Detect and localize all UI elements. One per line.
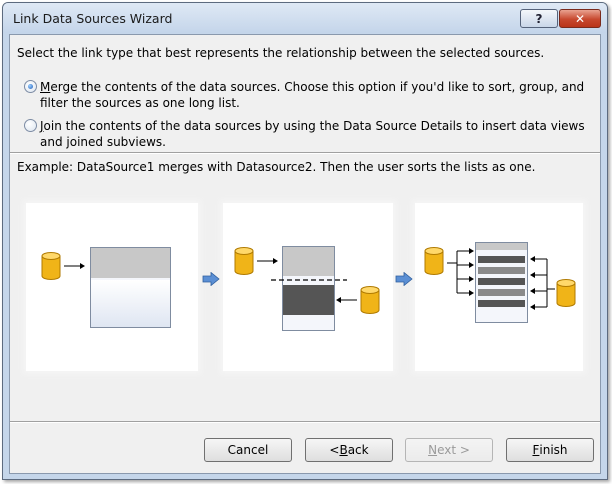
arrow-left-icon — [336, 297, 357, 303]
close-button[interactable]: ✕ — [559, 9, 601, 28]
merge-step-2-illustration — [234, 246, 380, 331]
step-arrow-icon — [395, 272, 413, 286]
merge-step-1-illustration — [41, 247, 171, 328]
arrow-right-icon — [64, 263, 85, 269]
arrow-left-icon — [530, 256, 547, 310]
join-radio[interactable] — [24, 119, 37, 132]
database-icon — [556, 279, 576, 307]
illustration-panel-1 — [26, 203, 198, 371]
title-bar[interactable]: Link Data Sources Wizard ? ✕ — [3, 3, 607, 33]
merge-option-label[interactable]: Merge the contents of the data sources. … — [40, 79, 588, 111]
arrow-right-icon — [257, 258, 278, 264]
step-arrow-icon — [202, 272, 220, 286]
dialog-body: Select the link type that best represent… — [9, 34, 601, 474]
help-button[interactable]: ? — [520, 9, 558, 28]
example-text: Example: DataSource1 merges with Datasou… — [17, 160, 536, 174]
illustration-panel-3 — [415, 203, 583, 371]
separator — [10, 152, 600, 154]
database-icon — [234, 247, 254, 275]
separator — [10, 421, 600, 423]
illustration-panel-2 — [223, 203, 393, 371]
database-icon — [41, 252, 61, 280]
merge-step-3-illustration — [424, 242, 576, 323]
cancel-button[interactable]: Cancel — [204, 438, 292, 462]
radio-selected-dot — [28, 84, 33, 89]
list-box — [90, 247, 171, 328]
database-icon — [360, 286, 380, 314]
merge-radio[interactable] — [24, 80, 37, 93]
back-button[interactable]: < Back — [305, 438, 393, 462]
instruction-text: Select the link type that best represent… — [17, 46, 545, 60]
database-icon — [424, 247, 444, 275]
next-button[interactable]: Next > — [405, 438, 493, 462]
window-title: Link Data Sources Wizard — [13, 11, 173, 26]
join-option-label[interactable]: Join the contents of the data sources by… — [40, 118, 588, 150]
finish-button[interactable]: Finish — [506, 438, 594, 462]
wizard-window: Link Data Sources Wizard ? ✕ Select the … — [2, 2, 608, 480]
arrow-right-icon — [457, 248, 474, 296]
